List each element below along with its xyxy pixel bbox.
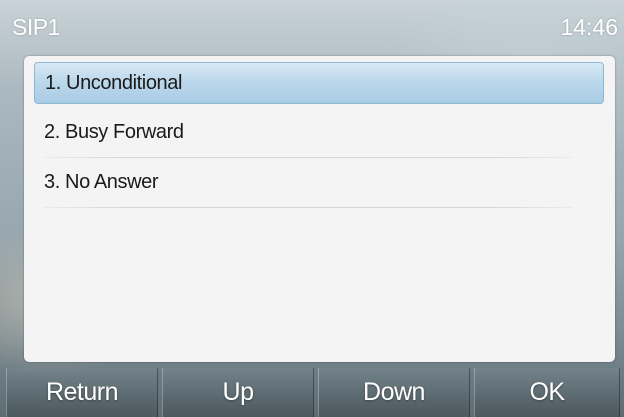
divider	[44, 207, 572, 208]
down-softkey[interactable]: Down	[318, 368, 470, 417]
up-softkey[interactable]: Up	[162, 368, 314, 417]
account-label: SIP1	[12, 14, 60, 40]
phone-screen: SIP1 14:46 1. Unconditional 2. Busy Forw…	[0, 0, 624, 417]
menu-item-label: 3. No Answer	[44, 171, 159, 193]
menu-panel: 1. Unconditional 2. Busy Forward 3. No A…	[24, 56, 615, 362]
menu-item-busy-forward[interactable]: 2. Busy Forward	[34, 112, 604, 154]
menu-item-no-answer[interactable]: 3. No Answer	[34, 162, 604, 204]
return-softkey[interactable]: Return	[6, 368, 158, 417]
softkey-bar: Return Up Down OK	[0, 368, 624, 417]
menu-item-label: 2. Busy Forward	[44, 121, 184, 143]
clock: 14:46	[560, 14, 618, 40]
menu-item-label: 1. Unconditional	[45, 72, 183, 94]
menu-item-unconditional[interactable]: 1. Unconditional	[34, 62, 604, 104]
ok-softkey[interactable]: OK	[474, 368, 620, 417]
divider	[44, 157, 572, 158]
status-bar: SIP1 14:46	[0, 0, 624, 56]
